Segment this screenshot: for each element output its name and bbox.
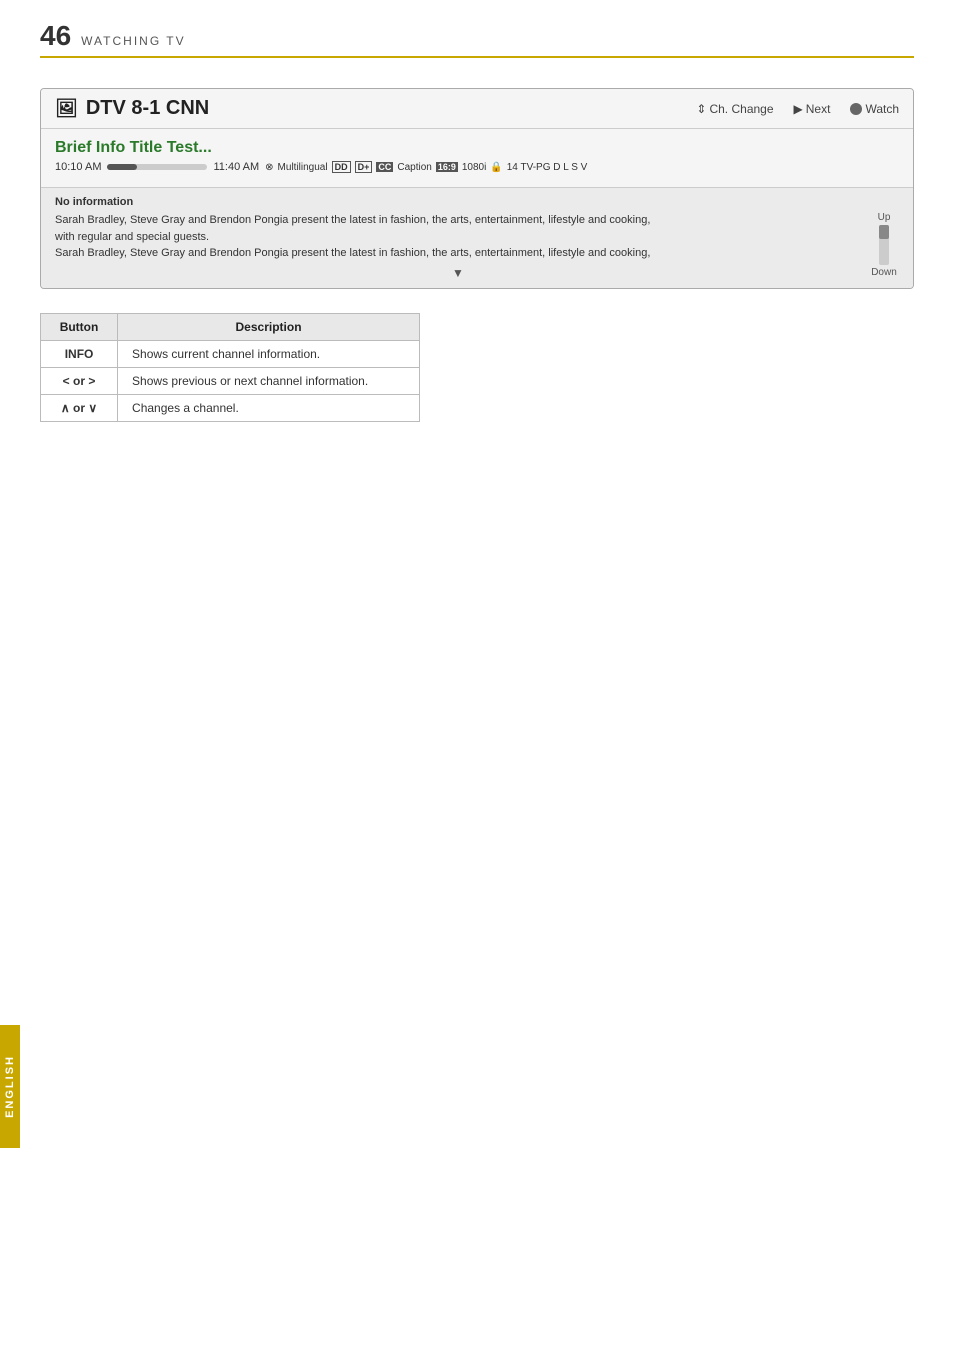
- info-box: 🖼 DTV 8-1 CNN ⇕ Ch. Change ▶ Next Watch …: [40, 88, 914, 289]
- program-title: Brief Info Title Test...: [55, 139, 899, 157]
- ratio-badge: 16:9: [436, 162, 458, 172]
- scroll-thumb: [879, 225, 889, 239]
- page-header: 46 WATCHING TV: [40, 20, 914, 58]
- table-row: INFO Shows current channel information.: [41, 340, 420, 367]
- table-header-row: Button Description: [41, 313, 420, 340]
- desc-ud: Changes a channel.: [118, 394, 420, 421]
- no-info-label: No information: [55, 196, 899, 208]
- rating-label: 14 TV-PG D L S V: [507, 162, 588, 173]
- dd-badge: DD: [332, 161, 351, 173]
- closed-caption-icon: ⊗: [265, 162, 273, 173]
- english-sidebar: ENGLISH: [0, 1025, 20, 1148]
- tv-icon: 🖼: [55, 98, 78, 119]
- desc-content: Sarah Bradley, Steve Gray and Brendon Po…: [55, 212, 861, 280]
- time-bar: [107, 164, 207, 170]
- description-section: No information Sarah Bradley, Steve Gray…: [41, 187, 913, 288]
- btn-lr: < or >: [41, 367, 118, 394]
- scroll-track: [879, 225, 889, 265]
- time-end: 11:40 AM: [213, 161, 259, 173]
- desc-row: Sarah Bradley, Steve Gray and Brendon Po…: [55, 212, 899, 280]
- multilingual-label: Multilingual: [278, 162, 328, 173]
- desc-text-3: Sarah Bradley, Steve Gray and Brendon Po…: [55, 245, 861, 262]
- lock-icon: 🔒: [490, 162, 502, 173]
- desc-info: Shows current channel information.: [118, 340, 420, 367]
- scroll-down-arrow-icon[interactable]: ▼: [55, 266, 861, 280]
- scroll-bar[interactable]: Up Down: [869, 212, 899, 278]
- caption-label: Caption: [397, 162, 431, 173]
- time-start: 10:10 AM: [55, 161, 101, 173]
- channel-name: DTV 8-1 CNN: [86, 97, 209, 120]
- arrows-icon: ⇕: [696, 102, 706, 116]
- resolution-label: 1080i: [462, 162, 486, 173]
- table-row: ∧ or ∨ Changes a channel.: [41, 394, 420, 421]
- english-label: ENGLISH: [4, 1055, 16, 1118]
- desc-lr: Shows previous or next channel informati…: [118, 367, 420, 394]
- desc-text-1: Sarah Bradley, Steve Gray and Brendon Po…: [55, 212, 861, 229]
- page-number: 46: [40, 20, 71, 52]
- desc-text-2: with regular and special guests.: [55, 229, 861, 246]
- metadata-icons: ⊗ Multilingual DD D+ CC Caption 16:9 108…: [265, 161, 587, 173]
- info-box-header: 🖼 DTV 8-1 CNN ⇕ Ch. Change ▶ Next Watch: [41, 89, 913, 129]
- time-bar-container: [107, 164, 207, 170]
- circle-icon: [850, 103, 862, 115]
- dd-plus-badge: D+: [355, 161, 373, 173]
- table-row: < or > Shows previous or next channel in…: [41, 367, 420, 394]
- watch-control[interactable]: Watch: [850, 102, 899, 116]
- scroll-down-label: Down: [871, 267, 897, 278]
- btn-info: INFO: [41, 340, 118, 367]
- time-bar-fill: [107, 164, 137, 170]
- time-row: 10:10 AM 11:40 AM ⊗ Multilingual DD D+ C…: [55, 161, 899, 173]
- ch-change-control[interactable]: ⇕ Ch. Change: [696, 102, 773, 116]
- next-arrow-icon: ▶: [794, 102, 803, 116]
- channel-info: 🖼 DTV 8-1 CNN: [55, 97, 209, 120]
- program-section: Brief Info Title Test... 10:10 AM 11:40 …: [41, 129, 913, 187]
- button-table: Button Description INFO Shows current ch…: [40, 313, 420, 422]
- col-description: Description: [118, 313, 420, 340]
- col-button: Button: [41, 313, 118, 340]
- btn-ud: ∧ or ∨: [41, 394, 118, 421]
- cc-badge: CC: [376, 162, 393, 172]
- scroll-up-label: Up: [878, 212, 891, 223]
- next-control[interactable]: ▶ Next: [794, 102, 831, 116]
- header-controls: ⇕ Ch. Change ▶ Next Watch: [696, 102, 899, 116]
- page-title: WATCHING TV: [81, 34, 185, 48]
